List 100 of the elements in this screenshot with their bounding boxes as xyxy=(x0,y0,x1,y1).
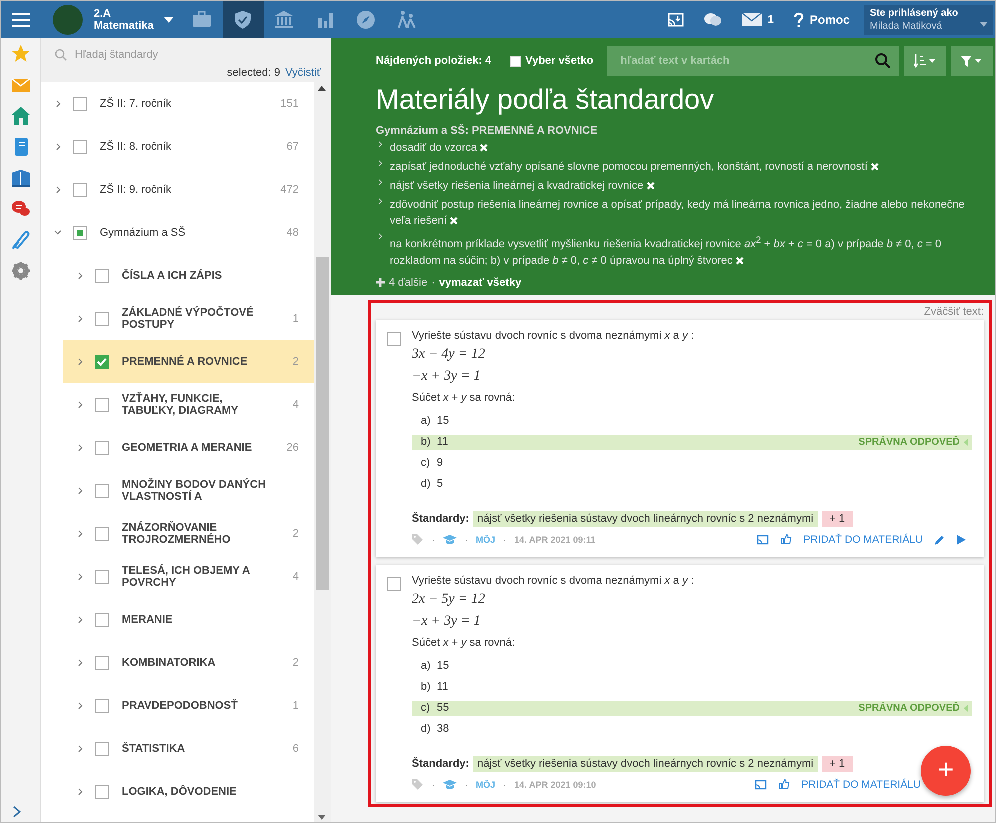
star-icon[interactable] xyxy=(10,44,30,64)
standard-text[interactable]: zdôvodniť postup riešenia lineárnej rovnice a opísať prípady, kedy má lineárna rovnica jedno, žiadne alebo nekonečne veľa riešení xyxy=(390,197,987,229)
gear-icon[interactable] xyxy=(10,261,30,281)
chevron-right-icon[interactable] xyxy=(78,572,82,580)
chevron-right-icon[interactable] xyxy=(78,314,82,322)
add-to-material-button[interactable]: PRIDAŤ DO MATERIÁLU xyxy=(802,778,921,791)
tree-label[interactable]: GEOMETRIA A MERANIE xyxy=(122,442,287,454)
filter-button[interactable] xyxy=(950,46,993,76)
tree-item[interactable]: ŠTATISTIKA 6 xyxy=(41,727,314,770)
chevron-right-icon[interactable] xyxy=(78,616,82,624)
class-avatar[interactable] xyxy=(53,4,83,34)
chevron-right-icon[interactable] xyxy=(78,658,82,666)
chevron-right-icon[interactable] xyxy=(78,358,82,366)
checkbox[interactable] xyxy=(95,268,109,282)
thumbs-up-icon[interactable] xyxy=(780,534,792,546)
clear-all-link[interactable]: vymazať všetky xyxy=(439,276,522,289)
tree-label[interactable]: ZŠ II: 8. ročník xyxy=(100,140,287,152)
tree-item[interactable]: ZŠ II: 8. ročník 67 xyxy=(41,125,314,168)
tree-label[interactable]: Gymnázium a SŠ xyxy=(100,226,287,238)
tree-item[interactable]: ZŠ II: 9. ročník 472 xyxy=(41,168,314,211)
house-icon[interactable] xyxy=(10,106,30,126)
clear-link[interactable]: Vyčistiť xyxy=(286,67,321,79)
scroll-up-icon[interactable] xyxy=(318,86,326,91)
tree-label[interactable]: ZŠ II: 9. ročník xyxy=(100,184,281,196)
chevron-right-icon[interactable] xyxy=(78,272,82,280)
chevron-right-icon[interactable] xyxy=(78,530,82,538)
tree-label[interactable]: KOMBINATORIKA xyxy=(122,656,293,668)
remove-icon[interactable] xyxy=(870,163,879,171)
chevron-right-icon[interactable] xyxy=(78,744,82,752)
checkbox[interactable] xyxy=(95,570,109,584)
tree-item[interactable]: ZŠ II: 7. ročník 151 xyxy=(41,82,314,125)
scroll-down-icon[interactable] xyxy=(318,815,326,820)
checkbox[interactable] xyxy=(73,140,87,154)
standard-text[interactable]: zapísať jednoduché vzťahy opísané slovne pomocou premenných, konštánt, rovností a nerovností xyxy=(390,159,879,175)
chevron-right-icon[interactable] xyxy=(78,444,82,452)
tree-label[interactable]: MNOŽINY BODOV DANÝCH VLASTNOSTÍ A xyxy=(122,478,299,502)
cast-icon[interactable] xyxy=(754,780,767,790)
tree-label[interactable]: PREMENNÉ A ROVNICE xyxy=(122,356,293,368)
chevron-right-icon[interactable] xyxy=(56,186,60,194)
standard-text[interactable]: na konkrétnom príklade vysvetliť myšlienku riešenia kvadratickej rovnice ax$^{2}$ + bx + c = 0 a) v prípade b ≠ 0, c = 0 rozkladom na súčin; b) v prípade b ≠ 0, c ≠ 0 úpravou na úplný štvorec xyxy=(390,232,987,269)
help-button[interactable]: Pomoc xyxy=(794,12,850,28)
tree-item[interactable]: PRAVDEPODOBNOSŤ 1 xyxy=(41,684,314,727)
standard-text[interactable]: dosadiť do vzorca xyxy=(390,140,488,156)
user-menu[interactable]: Ste prihlásený ako Milada Matiková xyxy=(864,4,993,34)
tree-item[interactable]: VZŤAHY, FUNKCIE, TABUĽKY, DIAGRAMY 4 xyxy=(41,383,314,426)
tree-label[interactable]: TELESÁ, ICH OBJEMY A POVRCHY xyxy=(122,564,293,588)
cast-icon[interactable] xyxy=(756,534,769,545)
tree-item[interactable]: MERANIE xyxy=(41,598,314,641)
remove-icon[interactable] xyxy=(480,144,488,152)
graduation-cap-icon[interactable] xyxy=(443,534,457,545)
chevron-right-icon[interactable] xyxy=(56,100,60,108)
chevron-down-icon[interactable] xyxy=(54,230,62,235)
checkbox[interactable] xyxy=(95,656,109,670)
checkbox[interactable] xyxy=(95,484,109,498)
standard-text[interactable]: nájsť všetky riešenia lineárnej a kvadratickej rovnice xyxy=(390,178,655,194)
chevron-right-icon[interactable] xyxy=(78,788,82,796)
tree-label[interactable]: MERANIE xyxy=(122,614,299,626)
plus-icon[interactable] xyxy=(376,278,385,288)
more-tag[interactable]: + 1 xyxy=(822,756,854,772)
tree-item[interactable]: TELESÁ, ICH OBJEMY A POVRCHY 4 xyxy=(41,555,314,598)
subject-name[interactable]: Matematika xyxy=(94,20,154,32)
tree-item[interactable]: Gymnázium a SŠ 48 xyxy=(41,211,314,254)
graduation-cap-icon[interactable] xyxy=(443,780,457,790)
add-to-material-button[interactable]: PRIDAŤ DO MATERIÁLU xyxy=(804,534,923,546)
checkbox[interactable] xyxy=(95,742,109,756)
tree-item[interactable]: LOGIKA, DÔVODENIE xyxy=(41,770,314,813)
checkbox[interactable] xyxy=(95,612,109,626)
caret-icon[interactable] xyxy=(164,16,174,22)
chat-bubbles-icon[interactable] xyxy=(10,199,30,219)
chat-icon[interactable] xyxy=(704,12,722,28)
checkbox[interactable] xyxy=(387,576,401,591)
tree-label[interactable]: ČÍSLA A ICH ZÁPIS xyxy=(122,270,299,282)
search-field[interactable]: Hľadaj štandardy xyxy=(75,46,245,64)
sort-button[interactable] xyxy=(904,46,946,76)
checkbox[interactable] xyxy=(73,182,87,196)
play-icon[interactable] xyxy=(957,534,966,545)
checkbox[interactable] xyxy=(95,526,109,540)
select-all-checkbox[interactable]: Vyber všetko xyxy=(510,55,594,67)
tree-item[interactable]: ČÍSLA A ICH ZÁPIS xyxy=(41,254,314,297)
checkbox[interactable] xyxy=(95,398,109,412)
tree-item[interactable]: MNOŽINY BODOV DANÝCH VLASTNOSTÍ A xyxy=(41,469,314,512)
remove-icon[interactable] xyxy=(450,217,458,225)
standard-tag[interactable]: nájsť všetky riešenia sústavy dvoch lineárnych rovníc s 2 neznámymi xyxy=(473,756,818,772)
menu-icon[interactable] xyxy=(12,12,30,26)
tree-item[interactable]: PREMENNÉ A ROVNICE 2 xyxy=(63,340,314,383)
remove-icon[interactable] xyxy=(646,182,655,190)
tree-label[interactable]: LOGIKA, DÔVODENIE xyxy=(122,786,299,798)
tree-item[interactable]: ZNÁZORŇOVANIE TROJROZMERNÉHO 2 xyxy=(41,512,314,555)
tree-label[interactable]: ŠTATISTIKA xyxy=(122,742,293,754)
tree-label[interactable]: VZŤAHY, FUNKCIE, TABUĽKY, DIAGRAMY xyxy=(122,392,293,416)
checkbox[interactable] xyxy=(73,226,87,240)
pencil-icon[interactable] xyxy=(935,534,945,545)
checkbox[interactable] xyxy=(95,440,109,454)
envelope-icon[interactable] xyxy=(742,13,762,26)
tree-label[interactable]: ZŠ II: 7. ročník xyxy=(100,98,281,110)
tree-label[interactable]: PRAVDEPODOBNOSŤ xyxy=(122,700,293,712)
chevron-right-icon[interactable] xyxy=(78,702,82,710)
checkbox[interactable] xyxy=(73,96,87,110)
tree-label[interactable]: ZÁKLADNÉ VÝPOČTOVÉ POSTUPY xyxy=(122,306,293,330)
remove-icon[interactable] xyxy=(736,256,744,265)
